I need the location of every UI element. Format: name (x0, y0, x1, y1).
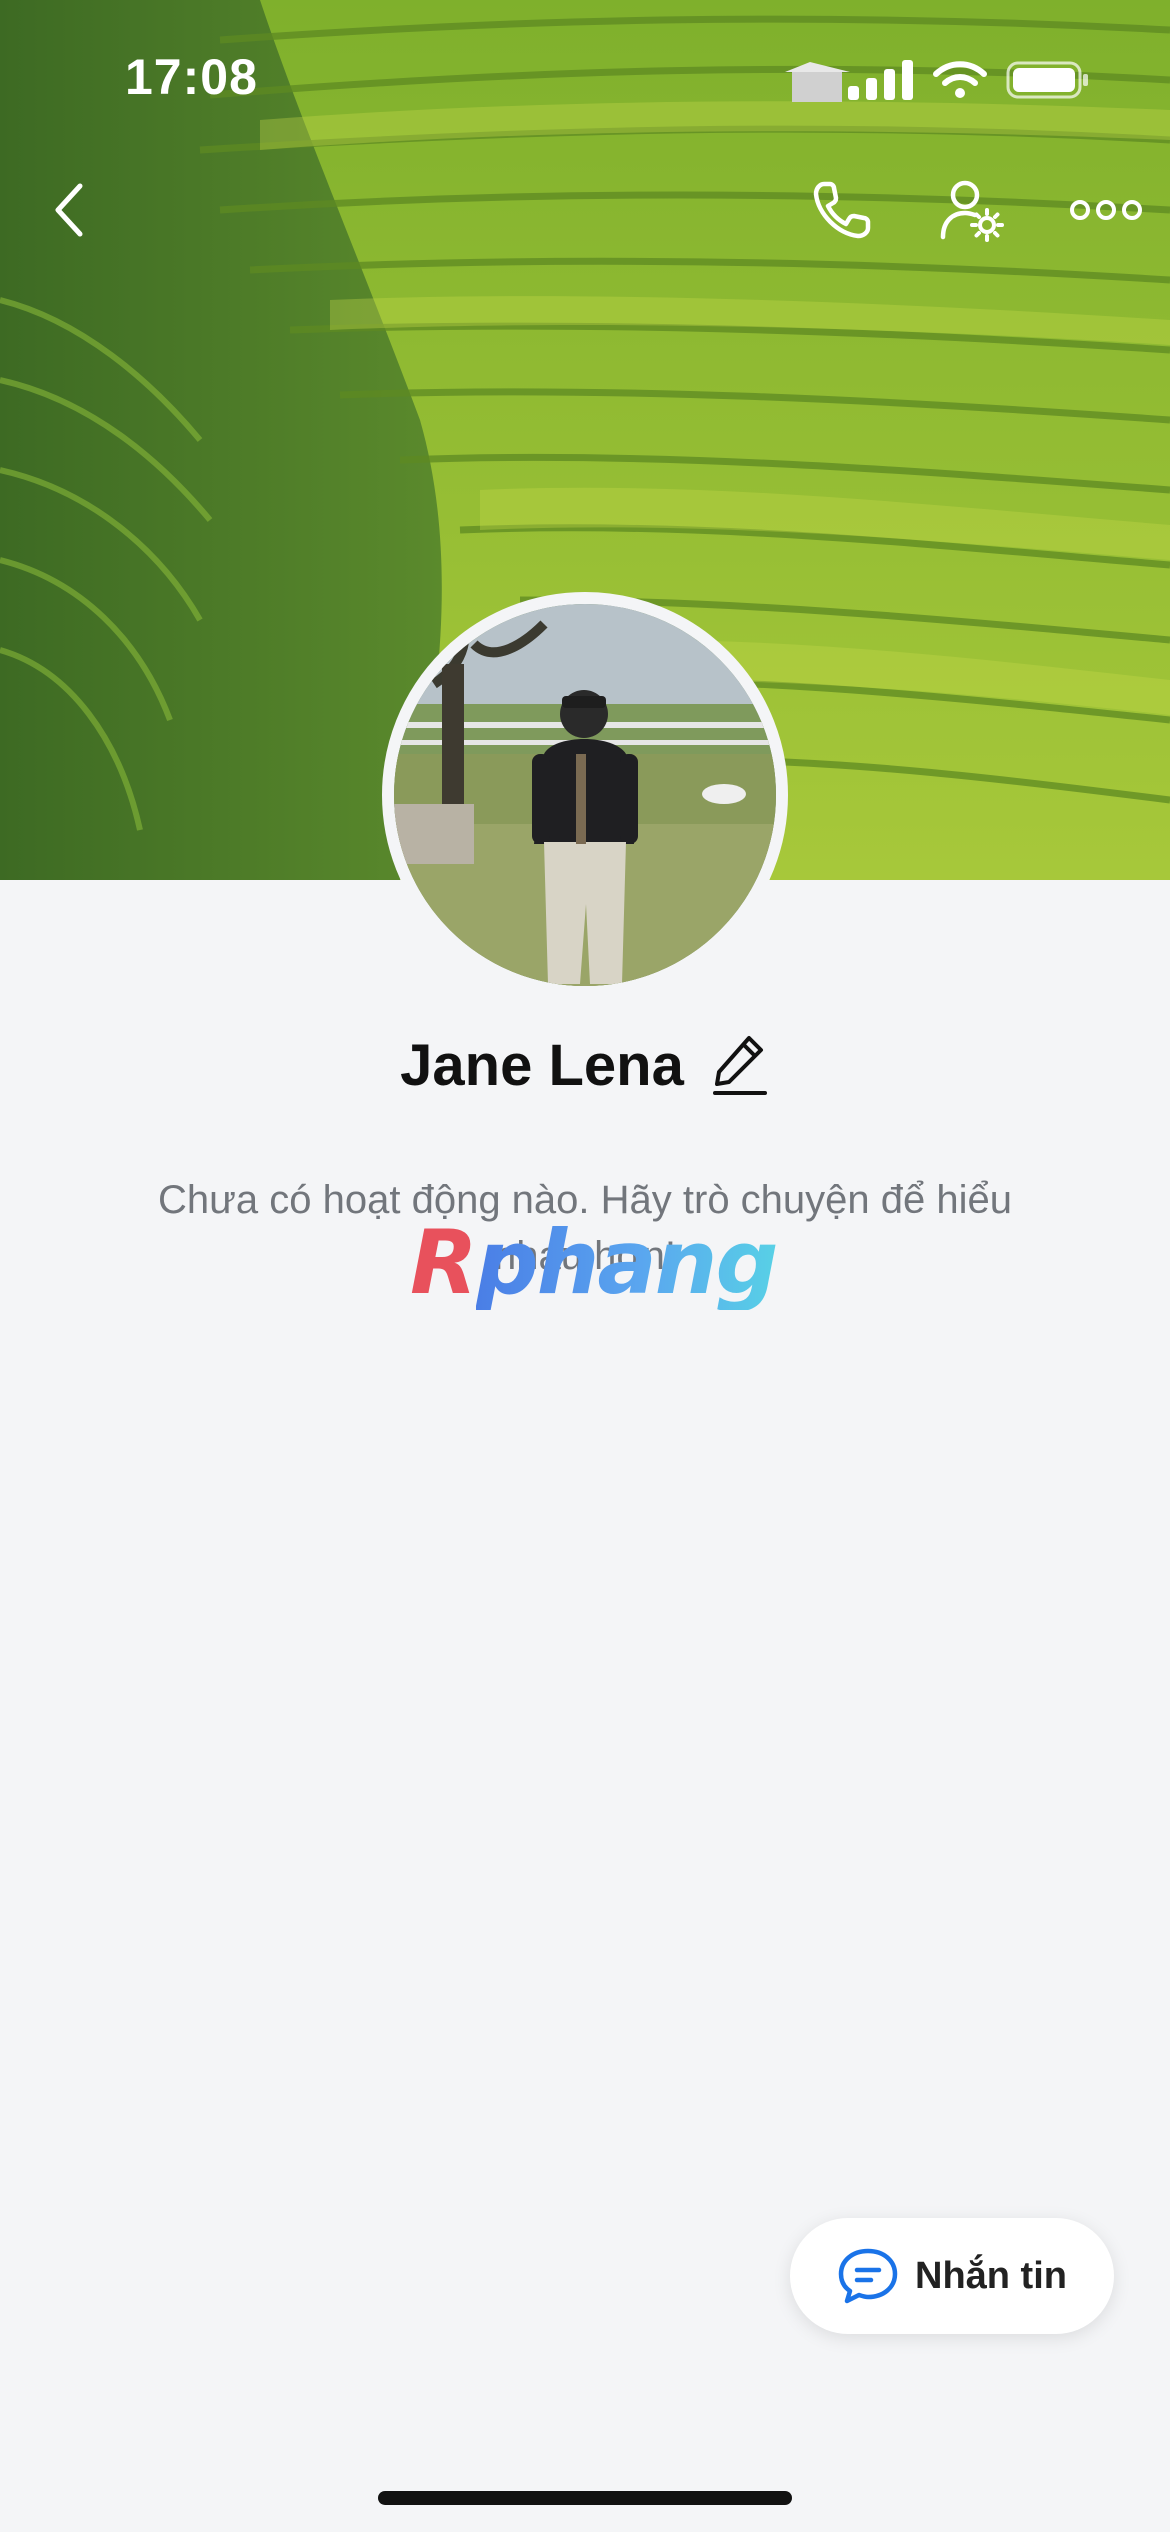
user-settings-button[interactable] (930, 168, 1014, 252)
profile-name: Jane Lena (400, 1032, 684, 1098)
profile-name-row: Jane Lena (0, 1025, 1170, 1105)
battery-icon (1006, 61, 1088, 99)
cellular-signal-icon (848, 60, 913, 100)
status-bar: 17:08 (0, 0, 1170, 150)
status-icons (848, 55, 1090, 105)
more-horizontal-icon (1070, 200, 1142, 220)
home-indicator[interactable] (378, 2491, 792, 2505)
avatar-photo (394, 604, 776, 986)
chevron-left-icon (55, 183, 83, 237)
watermark-part-1: R (410, 1211, 478, 1314)
chat-bubble-icon (838, 2248, 898, 2304)
watermark-logo: R phang (410, 1211, 778, 1314)
send-message-label: Nhắn tin (915, 2254, 1067, 2297)
watermark-part-2: phang (475, 1211, 779, 1314)
pencil-icon (712, 1036, 767, 1095)
wifi-icon (933, 61, 987, 98)
send-message-button[interactable]: Nhắn tin (790, 2218, 1114, 2334)
call-button[interactable] (800, 168, 884, 252)
phone-icon (813, 181, 871, 239)
back-button[interactable] (30, 170, 110, 250)
user-settings-icon (940, 180, 1004, 242)
profile-avatar[interactable] (382, 592, 788, 998)
status-time: 17:08 (125, 49, 258, 105)
edit-name-button[interactable] (710, 1030, 770, 1100)
more-options-button[interactable] (1060, 168, 1152, 252)
